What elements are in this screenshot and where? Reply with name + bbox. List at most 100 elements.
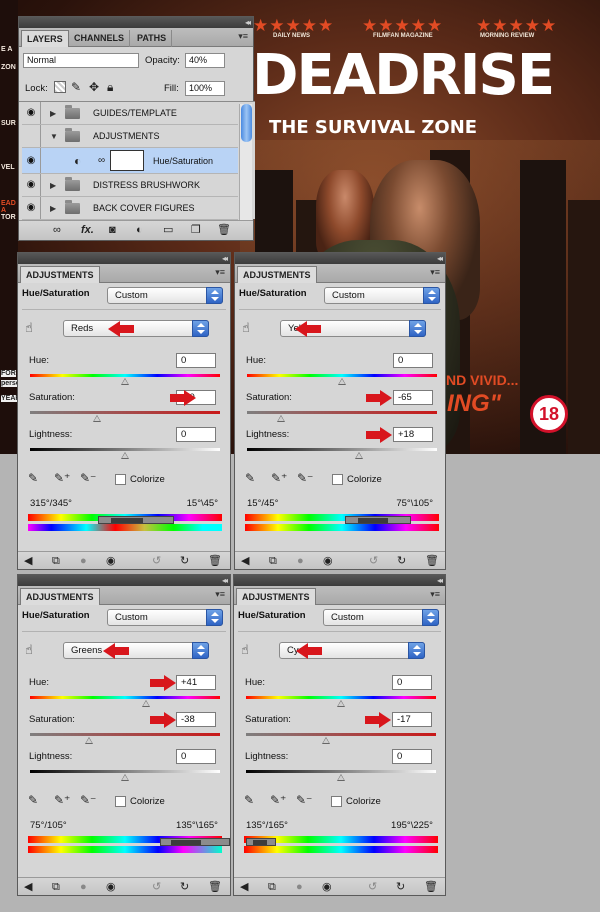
color-range-core[interactable] bbox=[358, 518, 388, 523]
trash-icon[interactable]: 🗑︎ bbox=[425, 554, 439, 568]
visibility-eye-icon[interactable]: ◉ bbox=[22, 197, 41, 219]
collapse-icon[interactable]: ◂◂ bbox=[245, 18, 251, 27]
hue-input[interactable]: 0 bbox=[176, 353, 216, 368]
hue-input[interactable]: 0 bbox=[393, 353, 433, 368]
preset-dropdown-icon[interactable] bbox=[206, 609, 223, 626]
saturation-input[interactable]: -17 bbox=[392, 712, 432, 727]
colorize-checkbox[interactable] bbox=[331, 796, 342, 807]
new-group-icon[interactable]: ▭ bbox=[163, 223, 173, 237]
visibility-eye-icon[interactable]: ◉ bbox=[323, 554, 333, 568]
collapse-icon[interactable]: ◂◂ bbox=[222, 254, 228, 263]
panel-menu-icon[interactable]: ▾≡ bbox=[215, 589, 225, 600]
visibility-eye-icon[interactable]: ◉ bbox=[106, 554, 116, 568]
panel-menu-icon[interactable]: ▾≡ bbox=[215, 267, 225, 278]
hue-slider-track[interactable] bbox=[30, 696, 220, 699]
layer-row[interactable]: ▼ ADJUSTMENTS bbox=[22, 125, 238, 148]
lock-all-padlock-icon[interactable]: 🔒︎ bbox=[107, 80, 113, 94]
expand-view-icon[interactable]: ⧉ bbox=[268, 880, 276, 894]
saturation-slider-track[interactable] bbox=[246, 733, 436, 736]
hue-slider-track[interactable] bbox=[246, 696, 436, 699]
saturation-slider-track[interactable] bbox=[30, 733, 220, 736]
collapse-icon[interactable]: ◂◂ bbox=[222, 576, 228, 585]
lightness-input[interactable]: +18 bbox=[393, 427, 433, 442]
saturation-slider-thumb[interactable] bbox=[92, 415, 101, 422]
colorize-checkbox[interactable] bbox=[115, 474, 126, 485]
trash-icon[interactable]: 🗑︎ bbox=[424, 880, 438, 894]
view-previous-icon[interactable]: ↺ bbox=[369, 554, 378, 568]
hue-input[interactable]: 0 bbox=[392, 675, 432, 690]
collapse-triangle-icon[interactable]: ▼ bbox=[50, 132, 58, 141]
eyedropper-icon[interactable]: ✎ bbox=[28, 471, 38, 485]
eyedropper-minus-icon[interactable]: ✎⁻ bbox=[80, 471, 96, 485]
visibility-eye-icon[interactable]: ◉ bbox=[22, 102, 41, 124]
collapse-icon[interactable]: ◂◂ bbox=[437, 576, 443, 585]
add-mask-icon[interactable]: ◙ bbox=[109, 223, 116, 237]
tab-paths[interactable]: PATHS bbox=[132, 30, 173, 47]
eyedropper-minus-icon[interactable]: ✎⁻ bbox=[296, 793, 312, 807]
eyedropper-plus-icon[interactable]: ✎⁺ bbox=[271, 471, 287, 485]
eyedropper-plus-icon[interactable]: ✎⁺ bbox=[54, 471, 70, 485]
expand-view-icon[interactable]: ⧉ bbox=[52, 880, 60, 894]
lightness-slider-track[interactable] bbox=[30, 448, 220, 451]
visibility-eye-icon[interactable]: ◉ bbox=[106, 880, 116, 894]
eyedropper-minus-icon[interactable]: ✎⁻ bbox=[297, 471, 313, 485]
saturation-input[interactable]: -38 bbox=[176, 712, 216, 727]
back-arrow-icon[interactable]: ◀ bbox=[24, 880, 32, 894]
panel-titlebar[interactable]: ◂◂ bbox=[19, 17, 253, 28]
targeted-adjustment-hand-icon[interactable]: ☝ bbox=[25, 643, 33, 657]
tab-adjustments[interactable]: ADJUSTMENTS bbox=[20, 588, 100, 605]
tab-channels[interactable]: CHANNELS bbox=[69, 30, 131, 47]
color-range-slider[interactable] bbox=[345, 516, 411, 524]
eyedropper-icon[interactable]: ✎ bbox=[244, 793, 254, 807]
saturation-input[interactable]: -65 bbox=[393, 390, 433, 405]
reset-icon[interactable]: ↻ bbox=[397, 554, 406, 568]
layer-row[interactable]: ◉ ▶ DISTRESS BRUSHWORK bbox=[22, 174, 238, 197]
reset-icon[interactable]: ↻ bbox=[180, 880, 189, 894]
collapse-icon[interactable]: ◂◂ bbox=[437, 254, 443, 263]
trash-icon[interactable]: 🗑︎ bbox=[208, 554, 222, 568]
color-range-core[interactable] bbox=[171, 840, 201, 845]
new-adjustment-icon[interactable]: ◐ bbox=[136, 223, 143, 237]
colorize-checkbox[interactable] bbox=[115, 796, 126, 807]
lightness-slider-track[interactable] bbox=[247, 448, 437, 451]
hue-slider-thumb[interactable] bbox=[337, 700, 345, 707]
expand-triangle-icon[interactable]: ▶ bbox=[50, 109, 56, 118]
lightness-slider-track[interactable] bbox=[246, 770, 436, 773]
lightness-slider-track[interactable] bbox=[30, 770, 220, 773]
targeted-adjustment-hand-icon[interactable]: ☝ bbox=[241, 643, 249, 657]
layer-row[interactable]: ◉ ▶ GUIDES/TEMPLATE bbox=[22, 102, 238, 125]
panel-menu-icon[interactable]: ▾≡ bbox=[430, 267, 440, 278]
targeted-adjustment-hand-icon[interactable]: ☝ bbox=[242, 321, 250, 335]
channel-select[interactable]: Reds bbox=[63, 320, 209, 337]
panel-titlebar[interactable]: ◂◂ bbox=[235, 253, 445, 264]
layer-mask-thumbnail[interactable] bbox=[110, 150, 144, 171]
opacity-input[interactable]: 40% bbox=[185, 53, 225, 68]
back-arrow-icon[interactable]: ◀ bbox=[241, 554, 249, 568]
back-arrow-icon[interactable]: ◀ bbox=[240, 880, 248, 894]
lightness-slider-thumb[interactable] bbox=[121, 774, 129, 781]
layer-row-selected[interactable]: ◉ ◐ ∞ Hue/Saturation bbox=[22, 148, 238, 174]
lightness-slider-thumb[interactable] bbox=[337, 774, 345, 781]
lock-image-brush-icon[interactable]: ✎ bbox=[71, 80, 81, 94]
panel-titlebar[interactable]: ◂◂ bbox=[234, 575, 445, 586]
visibility-eye-icon[interactable]: ◉ bbox=[22, 148, 41, 173]
channel-dropdown-icon[interactable] bbox=[192, 320, 209, 337]
preset-dropdown-icon[interactable] bbox=[206, 287, 223, 304]
channel-select[interactable]: Greens bbox=[63, 642, 209, 659]
preset-select[interactable]: Custom bbox=[323, 609, 439, 626]
preset-select[interactable]: Custom bbox=[324, 287, 440, 304]
visibility-eye-icon[interactable]: ◉ bbox=[322, 880, 332, 894]
eyedropper-plus-icon[interactable]: ✎⁺ bbox=[270, 793, 286, 807]
expand-view-icon[interactable]: ⧉ bbox=[52, 554, 60, 568]
hue-slider-thumb[interactable] bbox=[141, 700, 150, 707]
trash-icon[interactable]: 🗑︎ bbox=[208, 880, 222, 894]
trash-icon[interactable]: 🗑︎ bbox=[217, 223, 231, 237]
lightness-input[interactable]: 0 bbox=[392, 749, 432, 764]
targeted-adjustment-hand-icon[interactable]: ☝ bbox=[25, 321, 33, 335]
color-range-core[interactable] bbox=[253, 840, 267, 845]
eyedropper-icon[interactable]: ✎ bbox=[28, 793, 38, 807]
tab-layers[interactable]: LAYERS bbox=[21, 30, 69, 47]
channel-dropdown-icon[interactable] bbox=[409, 320, 426, 337]
preset-select[interactable]: Custom bbox=[107, 609, 223, 626]
color-range-slider[interactable] bbox=[98, 516, 174, 524]
